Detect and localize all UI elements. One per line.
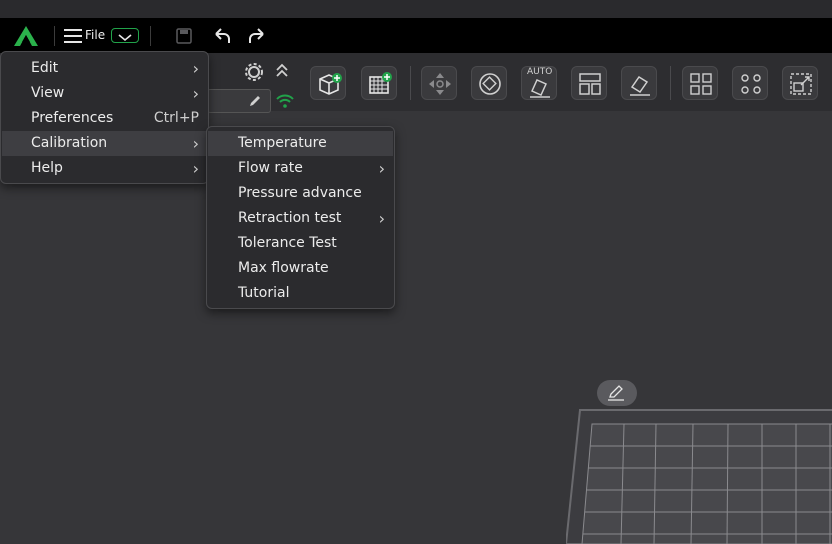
chevron-down-icon (118, 34, 132, 42)
toolbar-separator (410, 66, 411, 100)
split-objects-button[interactable] (682, 66, 718, 100)
menubar-separator (150, 26, 151, 46)
menu-item-label: Temperature (238, 135, 327, 151)
build-plate[interactable] (566, 404, 832, 544)
submenu-item-tutorial[interactable]: Tutorial (208, 281, 393, 306)
submenu-item-flow-rate[interactable]: Flow rate › (208, 156, 393, 181)
menu-item-shortcut: Ctrl+P (153, 110, 199, 126)
menu-item-label: Calibration (31, 135, 108, 151)
pencil-icon (608, 385, 624, 401)
menu-item-label: Help (31, 160, 63, 176)
printer-select-box[interactable] (207, 89, 271, 113)
chevron-right-icon: › (378, 159, 385, 178)
chevron-right-icon: › (192, 134, 199, 153)
submenu-item-retraction-test[interactable]: Retraction test › (208, 206, 393, 231)
calibration-submenu: Temperature Flow rate › Pressure advance… (206, 126, 395, 309)
window-title-bar (0, 0, 832, 18)
menu-item-calibration[interactable]: Calibration › (2, 131, 207, 156)
menu-item-preferences[interactable]: Preferences Ctrl+P (2, 106, 207, 131)
menu-item-label: Pressure advance (238, 185, 362, 201)
save-icon[interactable] (173, 26, 195, 46)
menu-item-help[interactable]: Help › (2, 156, 207, 181)
submenu-item-pressure-advance[interactable]: Pressure advance (208, 181, 393, 206)
move-button[interactable] (421, 66, 457, 100)
menu-item-label: Edit (31, 60, 59, 76)
split-parts-icon (741, 74, 761, 94)
wifi-icon[interactable] (275, 93, 295, 109)
app-logo-icon[interactable] (12, 24, 40, 48)
collapse-up-icon[interactable] (274, 62, 290, 80)
menu-item-label: Tutorial (238, 285, 290, 301)
plate-edit-button[interactable] (597, 380, 637, 406)
menu-item-label: View (31, 85, 65, 101)
file-menu-button[interactable]: File (85, 27, 105, 44)
menu-item-label: Tolerance Test (238, 235, 337, 251)
scale-button[interactable] (782, 66, 818, 100)
pencil-icon[interactable] (248, 94, 262, 108)
auto-orient-button[interactable]: AUTO (521, 66, 557, 100)
menu-bar: File (0, 18, 832, 53)
lay-on-face-icon (630, 75, 650, 96)
menu-item-label: Flow rate (238, 160, 303, 176)
submenu-item-tolerance-test[interactable]: Tolerance Test (208, 231, 393, 256)
menu-item-label: Retraction test (238, 210, 342, 226)
hamburger-menu-icon[interactable] (64, 28, 82, 44)
chevron-right-icon: › (192, 59, 199, 78)
split-objects-icon (690, 73, 712, 95)
menubar-separator (54, 26, 55, 46)
redo-icon[interactable] (247, 26, 269, 46)
cube-add-icon (319, 73, 342, 95)
plate-add-icon (369, 72, 392, 94)
rotate-button[interactable] (471, 66, 507, 100)
add-model-button[interactable] (310, 66, 346, 100)
rotate-icon (479, 73, 501, 95)
toolbar-separator (670, 66, 671, 100)
arrange-icon (579, 73, 601, 95)
submenu-item-max-flowrate[interactable]: Max flowrate (208, 256, 393, 281)
main-dropdown-menu: Edit › View › Preferences Ctrl+P Calibra… (0, 51, 209, 184)
scale-icon (790, 73, 812, 95)
menu-item-edit[interactable]: Edit › (2, 56, 207, 81)
undo-icon[interactable] (210, 26, 232, 46)
gear-icon[interactable] (244, 62, 264, 82)
menu-item-label: Preferences (31, 110, 114, 126)
chevron-right-icon: › (192, 84, 199, 103)
menu-item-label: Max flowrate (238, 260, 329, 276)
file-dropdown-button[interactable] (111, 28, 139, 43)
arrange-button[interactable] (571, 66, 607, 100)
add-plate-button[interactable] (361, 66, 397, 100)
split-parts-button[interactable] (732, 66, 768, 100)
submenu-item-temperature[interactable]: Temperature (208, 131, 393, 156)
chevron-right-icon: › (192, 159, 199, 178)
move-icon (429, 73, 451, 95)
auto-orient-icon (530, 79, 550, 98)
menu-item-view[interactable]: View › (2, 81, 207, 106)
lay-on-face-button[interactable] (621, 66, 657, 100)
chevron-right-icon: › (378, 209, 385, 228)
